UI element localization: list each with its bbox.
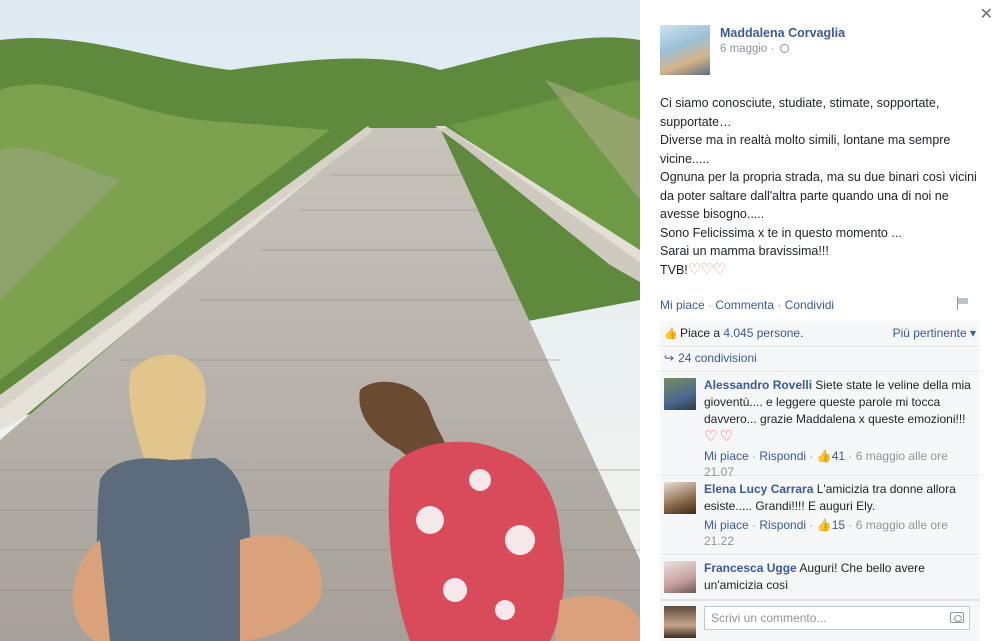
likes-summary: 👍 Piace a 4.045 persone. Più pertinente ▾ <box>660 321 980 347</box>
commenter-name[interactable]: Elena Lucy Carrara <box>704 482 813 496</box>
post-sidebar: ✕ Maddalena Corvaglia 6 maggio · Ci siam… <box>640 0 1001 641</box>
comment-button[interactable]: Commenta <box>715 298 774 312</box>
post-line: TVB!♡♡♡ <box>660 261 980 280</box>
comment-body: Francesca Ugge Auguri! Che bello avere u… <box>704 560 976 594</box>
commenter-name[interactable]: Francesca Ugge <box>704 561 797 575</box>
comment-body: Elena Lucy Carrara L'amicizia tra donne … <box>704 481 976 549</box>
share-button[interactable]: Condividi <box>785 298 834 312</box>
comment-like-button[interactable]: Mi piace <box>704 518 749 532</box>
separator: · <box>774 298 785 312</box>
shares-link[interactable]: 24 condivisioni <box>678 351 757 365</box>
comment: Alessandro Rovelli Siete state le veline… <box>660 373 980 479</box>
camera-icon[interactable] <box>950 612 964 623</box>
comment-meta: Mi piace · Rispondi · 👍41 · 6 maggio all… <box>704 449 948 479</box>
comment-reply-button[interactable]: Rispondi <box>759 449 806 463</box>
comment-likes-count[interactable]: 👍41 <box>817 449 845 463</box>
likes-prefix: Piace a <box>680 326 724 340</box>
comment: Elena Lucy Carrara L'amicizia tra donne … <box>660 477 980 555</box>
like-button[interactable]: Mi piace <box>660 298 705 312</box>
post-last-line: TVB! <box>660 262 688 277</box>
comment-likes-value: 41 <box>831 449 846 463</box>
commenter-avatar[interactable] <box>664 561 696 593</box>
post-line: Sarai un mamma bravissima!!! <box>660 244 829 258</box>
shares-summary: ↪ 24 condivisioni <box>660 348 980 372</box>
comment-composer: Scrivi un commento... <box>660 600 980 641</box>
date-separator: · <box>770 43 775 55</box>
post-line: Ci siamo conosciute, studiate, stimate, … <box>660 96 940 129</box>
post-date-text[interactable]: 6 maggio <box>720 43 767 55</box>
close-icon[interactable]: ✕ <box>980 4 993 24</box>
commenter-avatar[interactable] <box>664 482 696 514</box>
comment-meta: Mi piace · Rispondi · 👍15 · 6 maggio all… <box>704 518 948 548</box>
author-avatar[interactable] <box>660 25 710 75</box>
flag-icon[interactable] <box>957 297 969 310</box>
photo-image <box>0 0 640 641</box>
post-line: Ognuna per la propria strada, ma su due … <box>660 170 977 221</box>
comment-body: Alessandro Rovelli Siete state le veline… <box>704 377 976 480</box>
heart-emoji-icon: ♡ ♡ <box>704 428 733 445</box>
post-line: Sono Felicissima x te in questo momento … <box>660 225 902 240</box>
post-line: Diverse ma in realtà molto simili, lonta… <box>660 133 951 166</box>
author-name[interactable]: Maddalena Corvaglia <box>720 26 845 40</box>
comment-likes-count[interactable]: 👍15 <box>817 518 845 532</box>
likes-count-link[interactable]: 4.045 persone <box>723 326 800 340</box>
post-text: Ci siamo conosciute, studiate, stimate, … <box>660 94 980 279</box>
heart-icon: ♡♡♡ <box>687 260 726 278</box>
post-actions: Mi piace · Commenta · Condividi <box>660 298 834 312</box>
comment-like-button[interactable]: Mi piace <box>704 449 749 463</box>
comment-reply-button[interactable]: Rispondi <box>759 518 806 532</box>
my-avatar <box>664 606 696 638</box>
separator: · <box>704 298 716 312</box>
commenter-avatar[interactable] <box>664 378 696 410</box>
comment: Francesca Ugge Auguri! Che bello avere u… <box>660 556 980 600</box>
share-icon: ↪ <box>664 351 675 365</box>
post-date: 6 maggio · <box>720 43 789 55</box>
comment-input[interactable]: Scrivi un commento... <box>704 606 970 630</box>
commenter-name[interactable]: Alessandro Rovelli <box>704 378 812 392</box>
post-photo[interactable] <box>0 0 640 641</box>
likes-suffix: . <box>800 326 804 340</box>
thumbs-up-icon: 👍 <box>664 328 678 340</box>
sort-dropdown[interactable]: Più pertinente ▾ <box>893 326 976 340</box>
comment-likes-value: 15 <box>831 518 846 532</box>
globe-icon[interactable] <box>779 44 789 53</box>
